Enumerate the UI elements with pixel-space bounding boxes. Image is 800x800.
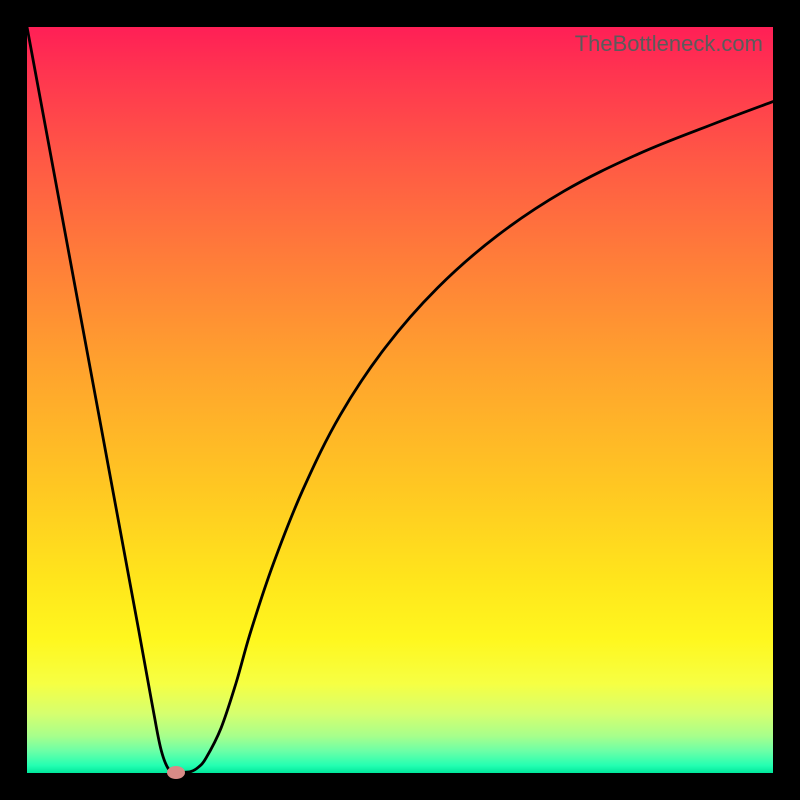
curve-path	[27, 27, 773, 772]
chart-frame: TheBottleneck.com	[0, 0, 800, 800]
plot-area: TheBottleneck.com	[27, 27, 773, 773]
min-marker-dot	[167, 766, 185, 779]
chart-curve	[27, 27, 773, 773]
